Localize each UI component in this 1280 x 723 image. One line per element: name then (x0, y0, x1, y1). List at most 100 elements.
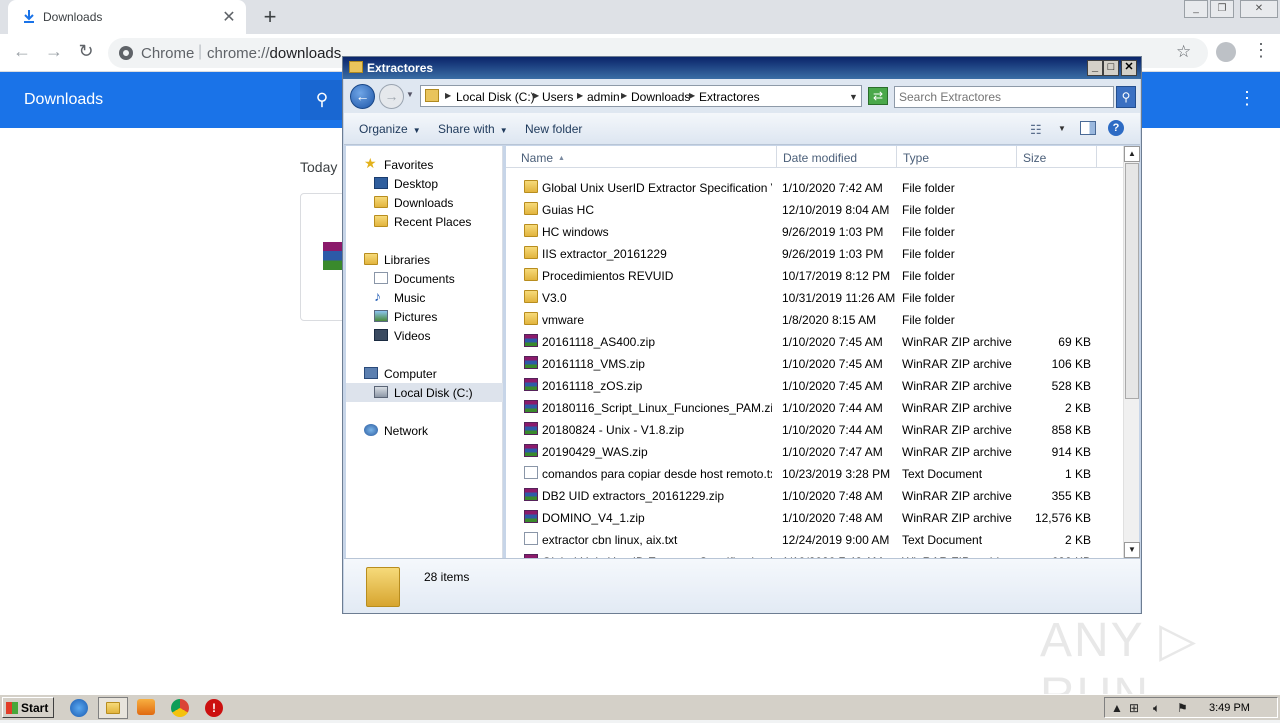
chevron-right-icon[interactable]: ▶ (621, 91, 627, 100)
tab-close-icon[interactable]: ✕ (220, 7, 238, 27)
nav-network[interactable]: Network (346, 421, 503, 440)
vertical-scrollbar[interactable]: ▲ ▼ (1123, 146, 1140, 558)
column-size[interactable]: Size (1017, 146, 1097, 168)
column-date-modified[interactable]: Date modified (777, 146, 897, 168)
nav-music[interactable]: ♪ Music (346, 288, 503, 307)
bookmark-star-icon[interactable]: ☆ (1176, 42, 1191, 62)
maximize-button[interactable]: □ (1103, 60, 1119, 76)
file-row[interactable]: 20180824 - Unix - V1.8.zip 1/10/2020 7:44… (506, 418, 1123, 440)
explorer-window: Extractores _ □ ✕ ← → ▼ ▶ Local Disk (C:… (342, 56, 1142, 614)
address-dropdown-icon[interactable]: ▼ (849, 92, 858, 102)
help-icon[interactable]: ? (1108, 120, 1124, 136)
reload-icon[interactable]: ↻ (74, 41, 98, 62)
more-menu-icon[interactable]: ⋮ (1238, 88, 1256, 109)
show-hidden-icons-icon[interactable]: ▲ (1111, 701, 1123, 715)
file-name: Global Unix UserID Extractor Specificati… (542, 181, 772, 195)
breadcrumb-item[interactable]: Downloads (631, 90, 690, 104)
file-row[interactable]: IIS extractor_20161229 9/26/2019 1:03 PM F… (506, 242, 1123, 264)
file-row[interactable]: 20190429_WAS.zip 1/10/2020 7:47 AM WinRAR … (506, 440, 1123, 462)
breadcrumb-item[interactable]: Local Disk (C:) (456, 90, 535, 104)
nav-favorites[interactable]: ★ Favorites (346, 155, 503, 174)
file-row[interactable]: comandos para copiar desde host remoto.t… (506, 462, 1123, 484)
chevron-right-icon[interactable]: ▶ (689, 91, 695, 100)
chevron-right-icon[interactable]: ▶ (577, 91, 583, 100)
internet-explorer-icon[interactable] (70, 699, 88, 717)
file-row[interactable]: 20180116_Script_Linux_Funciones_PAM.zip 1… (506, 396, 1123, 418)
file-date-modified: 1/10/2020 7:45 AM (782, 335, 883, 349)
breadcrumb-item[interactable]: Extractores (699, 90, 760, 104)
url-text: chrome://downloads (207, 45, 342, 62)
nav-recent-places[interactable]: Recent Places (346, 212, 503, 231)
explorer-titlebar[interactable]: Extractores _ □ ✕ (343, 57, 1141, 79)
nav-documents[interactable]: Documents (346, 269, 503, 288)
search-icon[interactable]: ⚲ (300, 80, 344, 120)
minimize-button[interactable]: _ (1184, 0, 1208, 18)
file-row[interactable]: extractor cbn linux, aix.txt 12/24/2019 9… (506, 528, 1123, 550)
refresh-icon[interactable]: ⇄ (868, 87, 888, 105)
nav-computer[interactable]: Computer (346, 364, 503, 383)
view-options-icon[interactable]: ☷ (1030, 122, 1042, 138)
libraries-icon (364, 253, 378, 265)
forward-arrow-icon[interactable]: → (379, 84, 404, 109)
breadcrumb[interactable]: ▶ Local Disk (C:) ▶ Users ▶ admin ▶ Down… (420, 85, 862, 107)
search-icon[interactable]: ⚲ (1116, 86, 1136, 108)
file-row[interactable]: 20161118_AS400.zip 1/10/2020 7:45 AM WinRA… (506, 330, 1123, 352)
file-row[interactable]: vmware 1/8/2020 8:15 AM File folder (506, 308, 1123, 330)
nav-local-disk[interactable]: Local Disk (C:) (346, 383, 503, 402)
share-with-button[interactable]: Share with ▼ (438, 122, 508, 136)
file-row[interactable]: 20161118_zOS.zip 1/10/2020 7:45 AM WinRAR … (506, 374, 1123, 396)
nav-downloads[interactable]: Downloads (346, 193, 503, 212)
profile-avatar[interactable] (1216, 42, 1236, 62)
explorer-taskbar-button[interactable] (98, 697, 128, 719)
media-player-icon[interactable] (137, 699, 155, 715)
new-folder-button[interactable]: New folder (525, 122, 582, 136)
restore-button[interactable]: ❐ (1210, 0, 1234, 18)
chevron-right-icon[interactable]: ▶ (445, 91, 451, 100)
nav-desktop[interactable]: Desktop (346, 174, 503, 193)
back-icon[interactable]: ← (10, 41, 34, 62)
column-name[interactable]: Name ▲ (515, 146, 777, 168)
file-row[interactable]: HC windows 9/26/2019 1:03 PM File folder (506, 220, 1123, 242)
action-center-flag-icon[interactable]: ⚑ (1177, 701, 1188, 715)
view-dropdown-icon[interactable]: ▼ (1058, 124, 1066, 133)
organize-button[interactable]: Organize ▼ (359, 122, 421, 136)
file-name: 20161118_AS400.zip (542, 335, 655, 349)
network-tray-icon[interactable]: ⊞ (1129, 701, 1139, 715)
file-row[interactable]: V3.0 10/31/2019 11:26 AM File folder (506, 286, 1123, 308)
column-type[interactable]: Type (897, 146, 1017, 168)
file-row[interactable]: Global Unix UserID Extractor Specificati… (506, 176, 1123, 198)
history-dropdown-icon[interactable]: ▼ (406, 90, 414, 99)
close-window-button[interactable]: ✕ (1240, 0, 1278, 18)
scroll-down-icon[interactable]: ▼ (1124, 542, 1140, 558)
breadcrumb-item[interactable]: admin (587, 90, 620, 104)
file-row[interactable]: DOMINO_V4_1.zip 1/10/2020 7:48 AM WinRAR Z… (506, 506, 1123, 528)
tab-downloads[interactable]: Downloads ✕ (8, 0, 246, 34)
volume-icon[interactable]: 🔈︎ (1153, 701, 1160, 716)
scroll-thumb[interactable] (1125, 163, 1139, 399)
browser-menu-icon[interactable]: ⋮ (1252, 40, 1270, 61)
file-row[interactable]: DB2 UID extractors_20161229.zip 1/10/2020… (506, 484, 1123, 506)
chevron-right-icon[interactable]: ▶ (533, 91, 539, 100)
search-input[interactable] (899, 89, 1099, 105)
chrome-taskbar-icon[interactable] (171, 699, 189, 717)
search-field[interactable] (894, 86, 1114, 108)
nav-videos[interactable]: Videos (346, 326, 503, 345)
clock[interactable]: 3:49 PM (1209, 702, 1250, 714)
file-row[interactable]: Global Unix UserID Extractor Specificati… (506, 550, 1123, 558)
file-row[interactable]: 20161118_VMS.zip 1/10/2020 7:45 AM WinRAR … (506, 352, 1123, 374)
file-row[interactable]: Guias HC 12/10/2019 8:04 AM File folder (506, 198, 1123, 220)
nav-label: Libraries (384, 253, 431, 267)
close-button[interactable]: ✕ (1121, 60, 1137, 76)
new-tab-button[interactable]: + (259, 4, 281, 30)
nav-libraries[interactable]: Libraries (346, 250, 503, 269)
alert-icon[interactable]: ! (205, 699, 223, 717)
back-arrow-icon[interactable]: ← (350, 84, 375, 109)
breadcrumb-item[interactable]: Users (542, 90, 573, 104)
preview-pane-icon[interactable] (1080, 121, 1096, 135)
nav-pictures[interactable]: Pictures (346, 307, 503, 326)
file-row[interactable]: Procedimientos REVUID 10/17/2019 8:12 PM F… (506, 264, 1123, 286)
forward-icon[interactable]: → (42, 41, 66, 62)
scroll-up-icon[interactable]: ▲ (1124, 146, 1140, 162)
start-button[interactable]: Start (2, 697, 54, 718)
minimize-button[interactable]: _ (1087, 60, 1103, 76)
